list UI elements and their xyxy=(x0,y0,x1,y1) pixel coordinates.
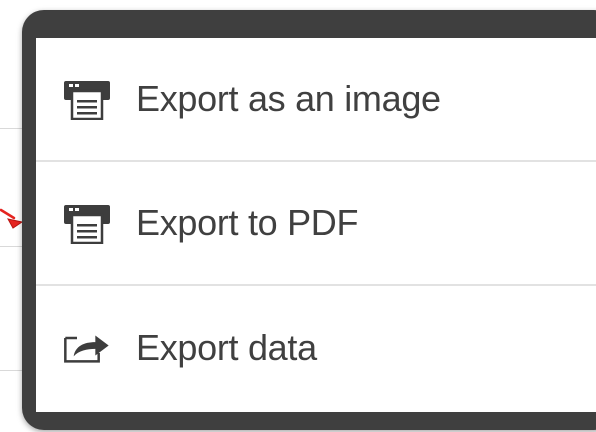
printer-icon xyxy=(62,74,112,124)
menu-item-export-data[interactable]: Export data xyxy=(36,286,596,410)
menu-item-export-image[interactable]: Export as an image xyxy=(36,38,596,162)
printer-icon xyxy=(62,198,112,248)
menu-item-label: Export data xyxy=(136,327,317,368)
export-menu-list: Export as an image Export to PDF Export … xyxy=(36,38,596,412)
menu-item-export-pdf[interactable]: Export to PDF xyxy=(36,162,596,286)
menu-item-label: Export as an image xyxy=(136,78,441,119)
share-arrow-icon xyxy=(62,323,112,373)
export-menu: Export as an image Export to PDF Export … xyxy=(22,10,596,430)
menu-item-label: Export to PDF xyxy=(136,202,359,243)
screen: Export as an image Export to PDF Export … xyxy=(0,0,596,432)
